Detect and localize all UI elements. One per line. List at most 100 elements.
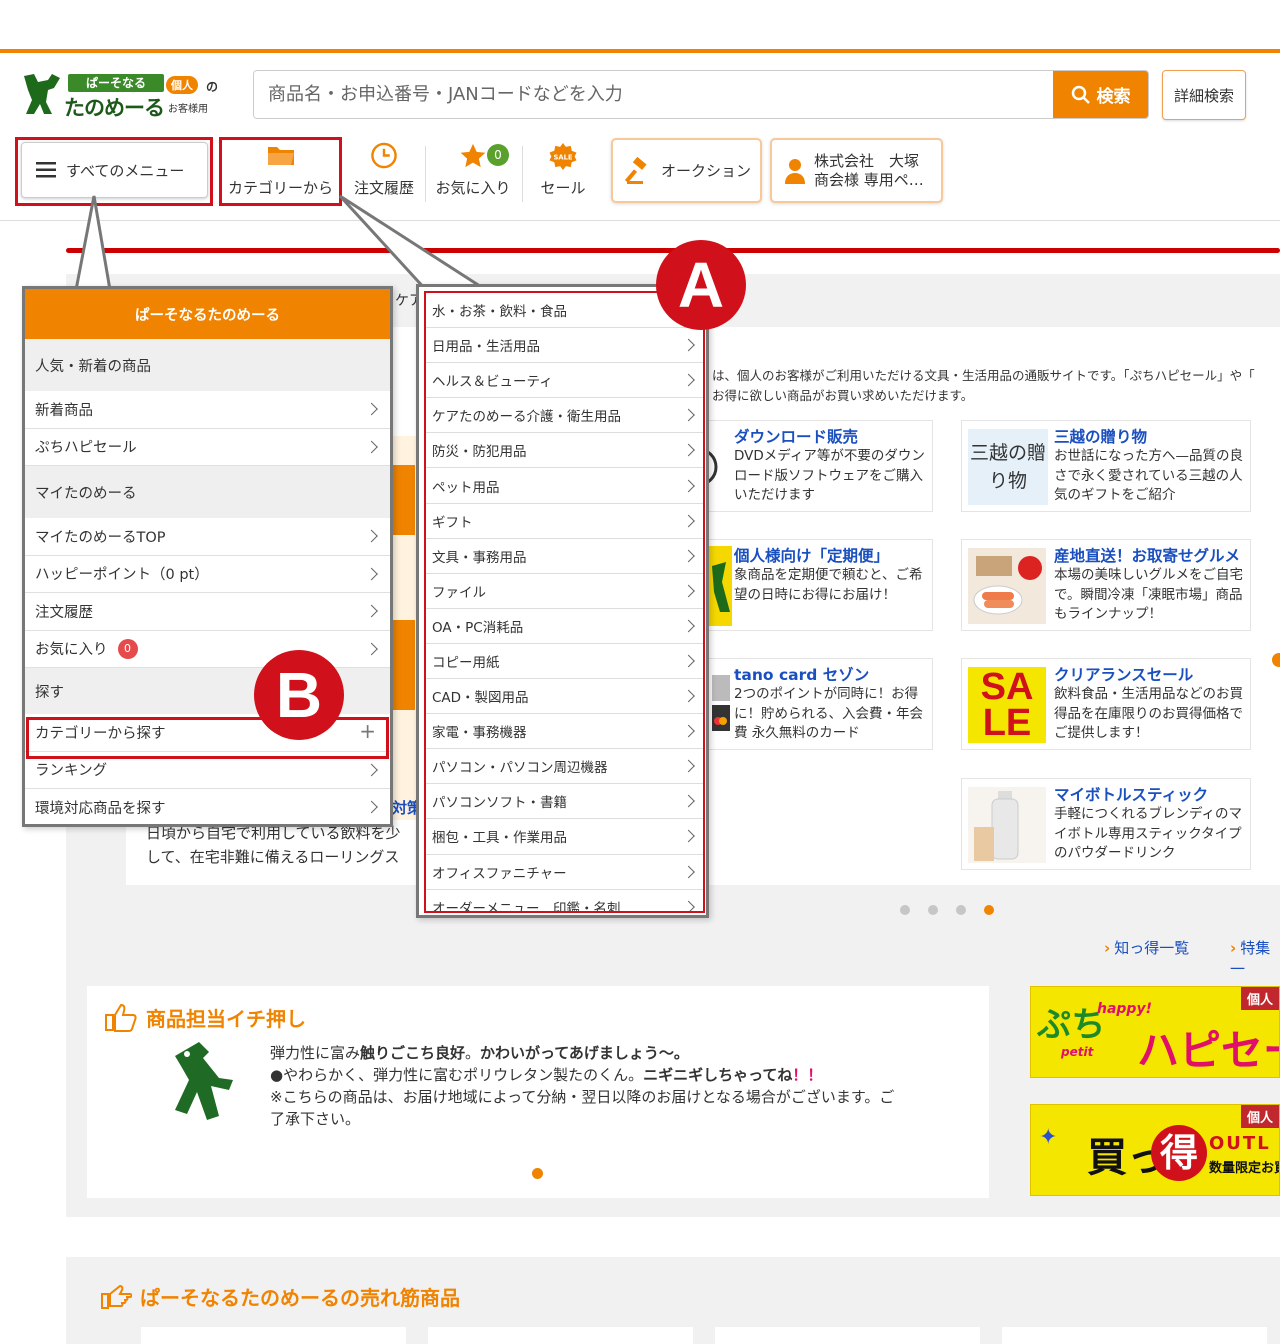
product-card-mitsukoshi[interactable]: 三越の贈り物 三越の贈り物 お世話になった方へ—品質の良さで永く愛されている三越… (961, 420, 1251, 512)
product-desc: DVDメディア等が不要のダウンロード版ソフトウェアをご購入いただけます (734, 448, 925, 503)
chevron-right-icon (365, 402, 378, 416)
carousel-dot[interactable] (928, 905, 938, 915)
category-item[interactable]: コピー用紙 (426, 644, 703, 680)
product-card-teikibin[interactable]: 個人様向け「定期便」 象商品を定期便で頼むと、ご希望の日時にお得にお届け！ (703, 539, 933, 631)
menu-item-happy-point[interactable]: ハッピーポイント（0 pt） (25, 555, 390, 593)
petit-text: ぷち (1037, 1005, 1106, 1045)
product-card-clearance[interactable]: SA LE クリアランスセール 飲料食品・生活用品などのお買得品を在庫限りのお買得… (961, 658, 1251, 750)
sale-nav-item[interactable]: SALE セール (528, 142, 598, 204)
product-card-download[interactable]: ダウンロード販売 DVDメディア等が不要のダウンロード版ソフトウェアをご購入いた… (678, 420, 933, 512)
all-menu-button[interactable]: すべてのメニュー (21, 142, 208, 198)
category-item[interactable]: 日用品・生活用品 (426, 328, 703, 364)
account-name: 株式会社 大塚 商会様 専用ペ… (814, 151, 924, 189)
menu-panel-header: ぱーそなるたのめーる (25, 289, 390, 339)
sale-badge-icon: SALE (549, 142, 577, 171)
chevron-right-icon (682, 689, 695, 703)
advanced-search-button[interactable]: 詳細検索 (1162, 70, 1246, 120)
chevron-right-icon (682, 865, 695, 878)
menu-item-order-history[interactable]: 注文履歴 (25, 593, 390, 631)
favorites-count-badge: 0 (487, 144, 509, 166)
category-item[interactable]: ヘルス＆ビューティ (426, 363, 703, 399)
order-history-label: 注文履歴 (353, 179, 414, 197)
bestseller-heading: ぱーそなるたのめーるの売れ筋商品 (100, 1282, 460, 1311)
personal-tag: 個人 (1240, 987, 1279, 1010)
category-item[interactable]: 家電・事務機器 (426, 714, 703, 750)
intro-text: は、個人のお客様がご利用いただける文具・生活用品の通販サイトです。「ぷちハピセー… (712, 368, 1280, 403)
menu-item-favorites[interactable]: お気に入り 0 (25, 630, 390, 668)
search-button[interactable]: 検索 (1053, 71, 1148, 118)
auction-label: オークション (661, 162, 752, 180)
chevron-right-icon (682, 373, 695, 387)
order-history-nav-item[interactable]: 注文履歴 (348, 142, 420, 204)
category-item[interactable]: オフィスファニチャー (426, 855, 703, 890)
auction-button[interactable]: オークション (611, 138, 762, 203)
chevron-right-icon (682, 830, 695, 843)
category-item[interactable]: 文具・事務用品 (426, 539, 703, 574)
category-item[interactable]: 梱包・工具・作業用品 (426, 819, 703, 855)
nav-divider (0, 220, 1280, 221)
tanocard-image (710, 665, 732, 745)
account-button[interactable]: 株式会社 大塚 商会様 専用ペ… (770, 138, 943, 203)
search-button-label: 検索 (1096, 87, 1131, 107)
category-item[interactable]: ファイル (426, 574, 703, 609)
chevron-right-icon (365, 642, 378, 656)
bestseller-card[interactable] (1002, 1327, 1267, 1344)
carousel-dots (900, 905, 994, 915)
category-item[interactable]: パソコンソフト・書籍 (426, 784, 703, 820)
product-title: ダウンロード販売 (734, 428, 859, 446)
search-bar: 検索 (253, 70, 1149, 119)
carousel-dot[interactable] (956, 905, 966, 915)
category-item[interactable]: ペット用品 (426, 468, 703, 504)
product-card-gourmet[interactable]: 産地直送！お取寄せグルメ 本場の美味しいグルメをご自宅で。瞬間冷凍「凍眠市場」商… (961, 539, 1251, 631)
all-menu-label: すべてのメニュー (66, 161, 185, 180)
recommend-carousel-dot[interactable] (532, 1168, 543, 1179)
category-item[interactable]: CAD・製図用品 (426, 679, 703, 715)
category-nav-item[interactable]: カテゴリーから (222, 142, 339, 204)
product-card-tanocard[interactable]: tano card セゾン 2つのポイントが同時に！お得に！貯められる、入会費・… (703, 658, 933, 750)
chevron-right-icon: › (1230, 939, 1237, 957)
happy-text: happy! (1097, 1001, 1152, 1017)
chevron-right-icon (365, 604, 378, 618)
chevron-right-icon (365, 440, 378, 454)
gourmet-image (968, 548, 1046, 624)
category-item[interactable]: パソコン・パソコン周辺機器 (426, 749, 703, 785)
chevron-right-icon (682, 654, 695, 668)
chevron-right-icon (682, 900, 695, 911)
search-input[interactable] (254, 71, 1054, 118)
chevron-right-icon (365, 763, 378, 777)
product-desc: 手軽につくれるブレンディのマイボトル専用スティックタイプのパウダードリンク (1054, 806, 1243, 861)
search-icon (1071, 85, 1090, 104)
menu-item-new-products[interactable]: 新着商品 (25, 391, 390, 429)
category-item[interactable]: ケアたのめーる介護・衛生用品 (426, 398, 703, 434)
site-logo[interactable]: ぱーそなる たのめーる 個人 の お客様用 (18, 68, 228, 120)
carousel-dot[interactable] (900, 905, 910, 915)
bestseller-card[interactable] (141, 1327, 406, 1344)
bestseller-card[interactable] (428, 1327, 693, 1344)
favorites-badge: 0 (117, 638, 138, 659)
toku-circle: 得 (1151, 1125, 1207, 1181)
menu-item-petit-happy-sale[interactable]: ぷちハピセール (25, 428, 390, 466)
petit-happy-sale-banner[interactable]: 個人 ぷち happy! petit ハピセー (1030, 986, 1280, 1078)
carousel-dot-active[interactable] (984, 905, 994, 915)
tanokun-figure-image[interactable] (165, 1040, 239, 1122)
menu-item-my-tanomail-top[interactable]: マイたのめーるTOP (25, 518, 390, 556)
bestseller-card[interactable] (715, 1327, 980, 1344)
feature-list-link[interactable]: › 特集一 (1230, 937, 1280, 979)
chevron-right-icon (682, 724, 695, 738)
category-item[interactable]: 防災・防犯用品 (426, 433, 703, 469)
knowledge-list-link[interactable]: › 知っ得一覧 (1104, 937, 1189, 958)
callout-a: A (656, 240, 746, 330)
product-card-mybottle[interactable]: マイボトルスティック 手軽につくれるブレンディのマイボトル専用スティックタイプの… (961, 778, 1251, 870)
menu-item-eco-products[interactable]: 環境対応商品を探す (25, 789, 390, 824)
category-item[interactable]: OA・PC消耗品 (426, 609, 703, 644)
recommend-description: 弾力性に富み触りごこち良好。かわいがってあげましょう〜。 ●やわらかく、弾力性に… (270, 1044, 895, 1128)
logo-subtext: お客様用 (168, 104, 208, 115)
category-item[interactable]: ギフト (426, 504, 703, 539)
hero-banner-accent (393, 465, 415, 535)
carousel-next-edge[interactable] (1272, 653, 1280, 667)
category-item[interactable]: オーダーメニュー 印鑑・名刺 (426, 890, 703, 911)
outlet-banner[interactable]: 個人 買っ 得 OUTL 数量限定お買 ✦ (1030, 1104, 1280, 1196)
menu-section-title: 人気・新着の商品 (25, 339, 390, 391)
callout-b: B (254, 650, 344, 740)
product-title: 産地直送！お取寄せグルメ (1054, 547, 1241, 565)
